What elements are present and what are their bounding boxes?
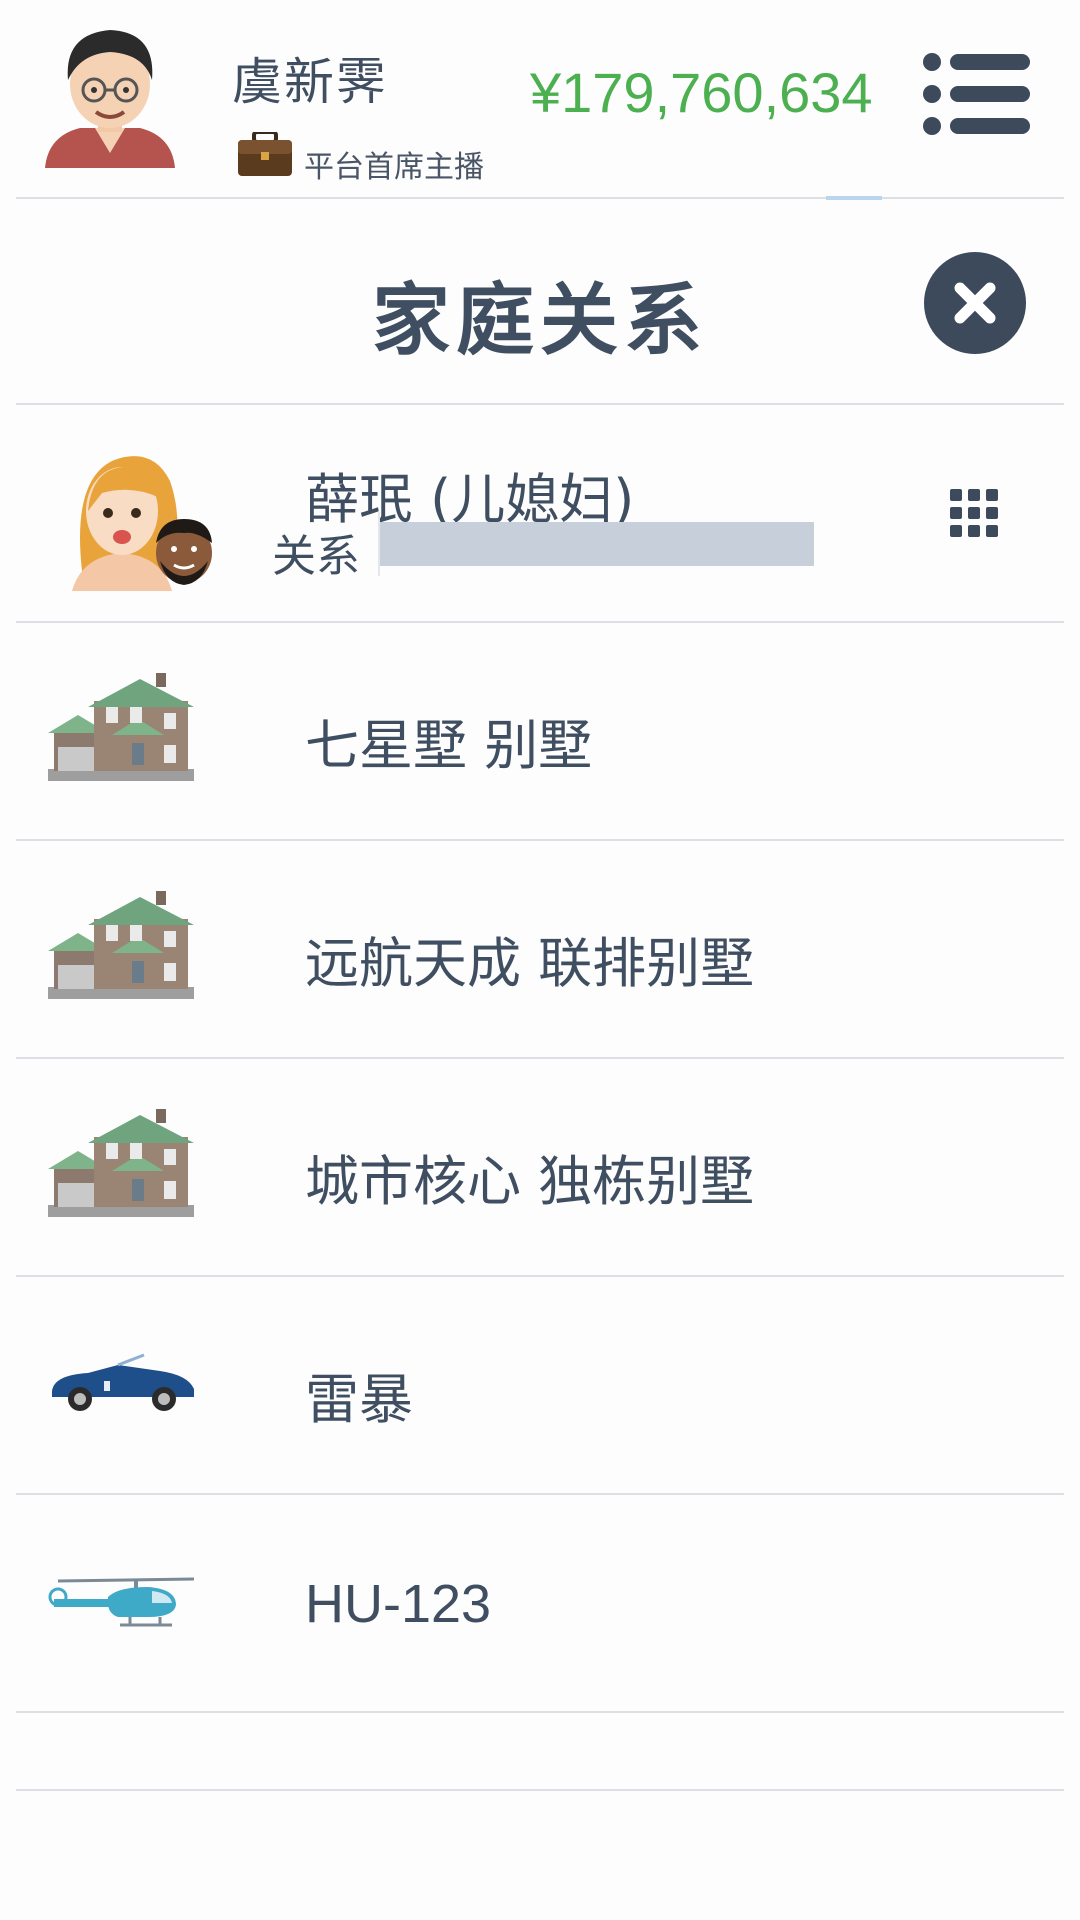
asset-name: 七星墅 别墅 [305, 714, 593, 777]
family-member-row[interactable]: 薛珉 (儿媳妇) [0, 405, 1080, 621]
relation-label: 关系 [272, 531, 360, 582]
asset-row[interactable]: HU-123 [0, 1495, 1080, 1711]
relation-progress-bar [380, 522, 814, 566]
asset-row[interactable]: 七星墅 别墅 [0, 623, 1080, 839]
player-name: 虞新霁 [232, 53, 388, 111]
list-menu-icon[interactable] [922, 52, 1032, 136]
asset-name: HU-123 [305, 1574, 492, 1634]
row-divider [16, 1789, 1064, 1791]
tab-indicator [826, 196, 882, 200]
player-title: 平台首席主播 [304, 150, 484, 185]
grid-dots-icon[interactable] [950, 489, 1000, 539]
briefcase-icon [236, 130, 294, 178]
asset-row[interactable]: 远航天成 联排别墅 [0, 841, 1080, 1057]
header-divider [16, 197, 1064, 199]
row-divider [16, 1711, 1064, 1713]
woman-and-man-avatar [62, 441, 222, 595]
villa-icon [48, 1109, 194, 1225]
asset-name: 远航天成 联排别墅 [305, 932, 755, 995]
relation-progress-fill [378, 512, 380, 576]
asset-name: 城市核心 独栋别墅 [305, 1150, 755, 1213]
player-avatar[interactable] [40, 18, 180, 178]
money-balance: ¥179,760,634 [530, 61, 873, 124]
close-button[interactable] [924, 252, 1026, 354]
close-icon [954, 282, 996, 324]
villa-icon [48, 891, 194, 1007]
convertible-car-icon [48, 1353, 196, 1417]
asset-row[interactable]: 雷暴 [0, 1277, 1080, 1493]
asset-name: 雷暴 [305, 1368, 413, 1431]
helicopter-icon [48, 1575, 196, 1635]
modal-title: 家庭关系 [371, 276, 708, 366]
villa-icon [48, 673, 194, 789]
asset-row[interactable]: 城市核心 独栋别墅 [0, 1059, 1080, 1275]
